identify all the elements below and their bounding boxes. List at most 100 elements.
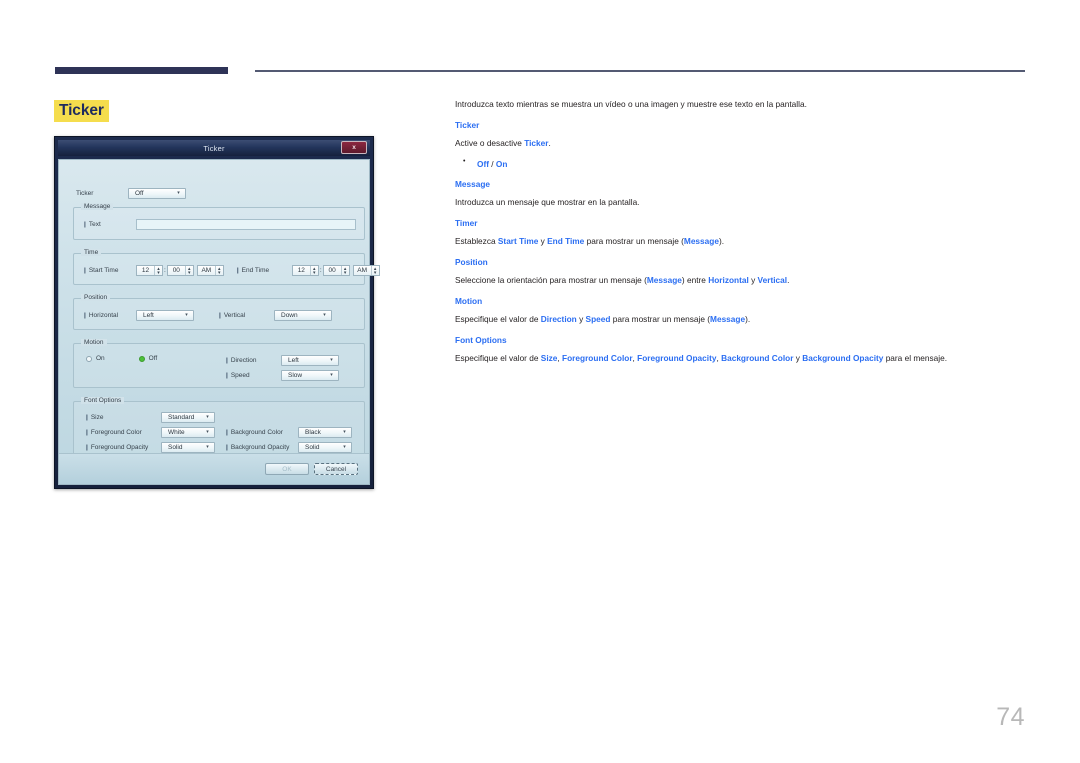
font-desc-post: para el mensaje. (883, 353, 948, 364)
chevron-down-icon: ▾ (330, 372, 333, 378)
horizontal-label: Horizontal (84, 312, 136, 319)
vertical-select[interactable]: Down ▾ (274, 310, 332, 321)
start-hour-stepper[interactable]: 12 ▴ ▾ (136, 265, 163, 276)
dialog-body: Ticker Off ▾ Message Text Time Start Tim… (58, 159, 380, 485)
foreground-opacity-label: Foreground Opacity (86, 444, 161, 451)
speed-select-value: Slow (288, 372, 303, 379)
position-desc-post: . (787, 275, 790, 286)
start-minute-value: 00 (172, 267, 180, 274)
page-number: 74 (996, 703, 1025, 731)
font-options-description: Especifique el valor de Size, Foreground… (455, 352, 1025, 364)
end-meridiem-stepper[interactable]: AM ▴ ▾ (352, 265, 380, 276)
end-minute-stepper[interactable]: 00 ▴ ▾ (322, 265, 350, 276)
position-group: Position Horizontal Left ▾ Vertical Down… (73, 294, 365, 330)
ticker-select-value: Off (135, 190, 144, 197)
background-color-label: Background Color (226, 429, 298, 436)
motion-description: Especifique el valor de Direction y Spee… (455, 313, 1025, 325)
foreground-color-select-value: White (168, 429, 185, 436)
timer-desc-mid1: y (538, 236, 548, 247)
horizontal-select[interactable]: Left ▾ (136, 310, 194, 321)
timer-desc-mid2: para mostrar un mensaje ( (584, 236, 684, 247)
position-desc-mid1: ) entre (681, 275, 709, 286)
ok-button[interactable]: OK (265, 463, 309, 475)
motion-desc-b2: Speed (585, 314, 611, 325)
motion-desc-pre: Especifique el valor de (455, 314, 541, 325)
dialog-footer: OK Cancel (59, 453, 369, 484)
speed-label: Speed (226, 372, 281, 379)
ticker-options-bullet: Off / On (455, 157, 1025, 170)
font-options-group-legend: Font Options (81, 397, 125, 404)
chevron-down-icon: ▾ (177, 190, 180, 196)
message-description: Introduzca un mensaje que mostrar en la … (455, 197, 640, 208)
timer-desc-pre: Establezca (455, 236, 498, 247)
timer-desc-b3: Message (683, 236, 719, 247)
intro-paragraph: Introduzca texto mientras se muestra un … (455, 99, 807, 109)
stepper-arrows-icon: ▴ ▾ (214, 266, 223, 275)
motion-desc-b3: Message (710, 314, 746, 325)
foreground-opacity-select[interactable]: Solid ▾ (161, 442, 215, 453)
chevron-down-icon: ▾ (206, 414, 209, 420)
direction-label: Direction (226, 357, 281, 364)
heading-timer: Timer (455, 218, 478, 229)
ticker-option-separator: / (488, 159, 496, 170)
start-meridiem-stepper[interactable]: AM ▴ ▾ (196, 265, 224, 276)
chevron-down-icon: ▾ (206, 429, 209, 435)
time-group: Time Start Time 12 ▴▾ : 00 ▴▾ AM ▴▾ E (73, 249, 380, 285)
motion-desc-b1: Direction (540, 314, 577, 325)
foreground-color-label: Foreground Color (86, 429, 161, 436)
time-group-legend: Time (81, 249, 102, 256)
size-select-value: Standard (168, 414, 195, 421)
speed-select[interactable]: Slow ▾ (281, 370, 339, 381)
vertical-label: Vertical (219, 312, 274, 319)
position-description: Seleccione la orientación para mostrar u… (455, 274, 1025, 286)
ticker-select[interactable]: Off ▾ (128, 188, 186, 199)
heading-ticker: Ticker (455, 120, 480, 131)
end-meridiem-value: AM (357, 267, 367, 274)
motion-on-label: On (96, 355, 105, 362)
ticker-label: Ticker (76, 190, 94, 197)
background-color-select-value: Black (305, 429, 321, 436)
ticker-option-on: On (495, 159, 508, 170)
stepper-arrows-icon: ▴ ▾ (154, 266, 162, 275)
motion-desc-post: ). (745, 314, 751, 325)
motion-on-radio[interactable]: On (86, 355, 105, 362)
background-opacity-select[interactable]: Solid ▾ (298, 442, 352, 453)
direction-select-value: Left (288, 357, 299, 364)
close-icon[interactable]: x (341, 141, 367, 154)
chevron-down-icon: ▾ (206, 444, 209, 450)
message-text-input[interactable] (136, 219, 356, 230)
stepper-arrows-icon: ▴ ▾ (309, 266, 318, 275)
size-select[interactable]: Standard ▾ (161, 412, 215, 423)
start-time-label: Start Time (84, 267, 136, 274)
chevron-down-icon: ▾ (343, 444, 346, 450)
position-desc-b3: Vertical (757, 275, 788, 286)
start-minute-stepper[interactable]: 00 ▴ ▾ (166, 265, 194, 276)
font-desc-mid4: y (793, 353, 803, 364)
end-time-label: End Time (237, 267, 292, 274)
dialog-title: Ticker (203, 143, 225, 153)
chevron-down-icon: ▾ (343, 429, 346, 435)
motion-desc-mid2: para mostrar un mensaje ( (610, 314, 711, 325)
message-group: Message Text (73, 203, 365, 240)
ticker-desc-bold: Ticker (524, 138, 549, 149)
cancel-button[interactable]: Cancel (314, 463, 358, 475)
position-desc-mid2: y (748, 275, 758, 286)
motion-desc-mid1: y (576, 314, 586, 325)
font-desc-b3: Foreground Opacity (637, 353, 717, 364)
ticker-option-off: Off (477, 159, 489, 170)
message-group-legend: Message (81, 203, 114, 210)
timer-desc-post: ). (718, 236, 725, 247)
ticker-desc-post: . (548, 138, 551, 149)
heading-message: Message (455, 179, 491, 190)
motion-group: Motion On Off Direction Left ▾ (73, 339, 365, 388)
size-label: Size (86, 414, 161, 421)
direction-select[interactable]: Left ▾ (281, 355, 339, 366)
background-color-select[interactable]: Black ▾ (298, 427, 352, 438)
chevron-down-icon: ▾ (330, 357, 333, 363)
foreground-color-select[interactable]: White ▾ (161, 427, 215, 438)
end-hour-stepper[interactable]: 12 ▴ ▾ (291, 265, 319, 276)
motion-off-label: Off (148, 355, 158, 362)
motion-off-radio[interactable]: Off (138, 355, 158, 362)
background-opacity-select-value: Solid (305, 444, 320, 451)
ticker-row: Ticker Off ▾ (76, 188, 186, 199)
